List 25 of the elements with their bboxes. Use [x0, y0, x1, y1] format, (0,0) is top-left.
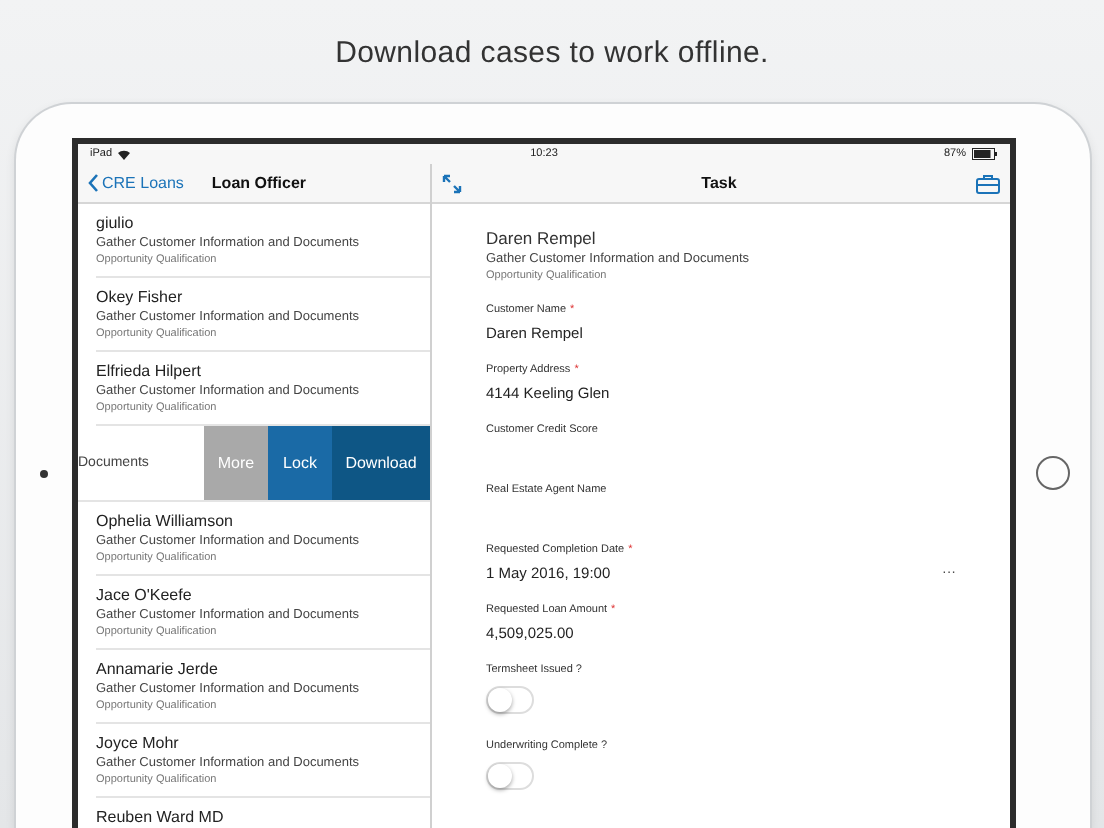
case-name: Elfrieda Hilpert [96, 362, 203, 380]
case-name: Joyce Mohr [96, 734, 181, 752]
swipe-action-button[interactable]: Download [332, 426, 430, 500]
wifi-icon [118, 149, 131, 159]
swipe-action-button[interactable]: Lock [268, 426, 332, 500]
battery-icon [972, 148, 999, 160]
camera-icon [40, 469, 48, 477]
headline: Download cases to work offline. [333, 33, 771, 73]
case-name: Okey Fisher [96, 288, 185, 306]
briefcase-icon[interactable] [976, 173, 1000, 193]
chevron-left-icon [88, 174, 98, 192]
expand-icon[interactable] [442, 173, 462, 193]
case-name: giulio [96, 214, 136, 232]
back-link[interactable]: CRE Loans [88, 174, 184, 192]
case-name: Reuben Ward MD [96, 808, 226, 826]
customer-heading: Daren Rempel [486, 228, 598, 248]
case-name: Annamarie Jerde [96, 660, 220, 678]
home-button[interactable] [1036, 456, 1070, 490]
case-row[interactable]: Reuben Ward MD [96, 798, 430, 828]
detail-title: Task [699, 174, 739, 192]
toggle-switch[interactable] [486, 686, 534, 714]
list-title: Loan Officer [211, 174, 307, 192]
case-name: Ophelia Williamson [96, 512, 235, 530]
toggle-switch[interactable] [486, 762, 534, 790]
case-name: Jace O'Keefe [96, 586, 194, 604]
